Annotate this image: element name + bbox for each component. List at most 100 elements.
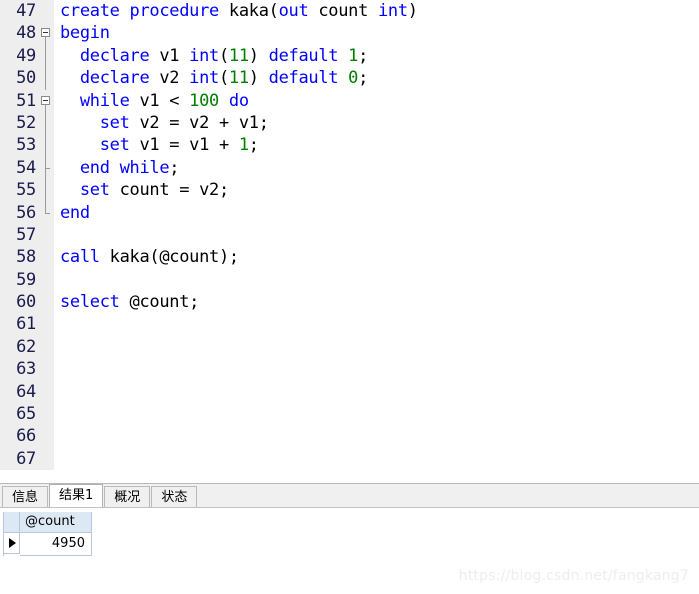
line-number: 63 — [0, 358, 38, 381]
code-line[interactable]: 61 — [0, 313, 699, 336]
code-line-text[interactable]: declare v2 int(11) default 0; — [60, 67, 699, 90]
code-line-text[interactable] — [60, 380, 699, 404]
table-row[interactable]: 4950 — [4, 533, 92, 556]
line-number: 55 — [0, 179, 38, 202]
code-line-text[interactable] — [60, 447, 699, 471]
line-number: 53 — [0, 134, 38, 157]
code-line[interactable]: 60 select @count; — [0, 291, 699, 314]
code-line[interactable]: 50 declare v2 int(11) default 0; — [0, 67, 699, 90]
fold-gutter-cell — [38, 223, 54, 247]
code-token: @count; — [119, 292, 200, 313]
line-number: 62 — [0, 335, 38, 359]
code-token: 100 — [189, 90, 219, 111]
code-token: out — [278, 1, 309, 21]
code-token: ; — [169, 157, 180, 178]
fold-toggle-icon[interactable] — [38, 22, 54, 45]
code-line[interactable]: 67 — [0, 447, 699, 471]
code-line-text[interactable]: select @count; — [60, 291, 699, 314]
code-line-text[interactable]: while v1 < 100 do — [60, 89, 699, 112]
code-token: v1 — [149, 45, 190, 66]
code-line[interactable]: 58 call kaka(@count); — [0, 246, 699, 269]
fold-gutter-cell — [38, 291, 54, 314]
code-token: while — [79, 90, 130, 111]
code-token: end — [60, 202, 90, 223]
code-line-text[interactable] — [60, 425, 699, 448]
code-line[interactable]: 65 — [0, 403, 699, 426]
code-line-text[interactable]: create procedure kaka(out count int) — [60, 0, 699, 23]
code-line[interactable]: 56 end — [0, 201, 699, 224]
code-token: int — [377, 1, 408, 21]
results-pane[interactable]: @count 4950 — [0, 507, 699, 594]
code-line-text[interactable]: declare v1 int(11) default 1; — [60, 44, 699, 68]
code-token: ( — [218, 68, 229, 89]
tab-2[interactable]: 结果1 — [49, 484, 104, 507]
code-line[interactable]: 49 declare v1 int(11) default 1; — [0, 44, 699, 68]
code-line[interactable]: 62 — [0, 335, 699, 359]
code-line[interactable]: 64 — [0, 380, 699, 404]
row-selector[interactable] — [4, 533, 20, 554]
code-line[interactable]: 66 — [0, 425, 699, 448]
code-line[interactable]: 53 set v1 = v1 + 1; — [0, 134, 699, 157]
code-line[interactable]: 51 while v1 < 100 do — [0, 89, 699, 112]
tab-3[interactable]: 概况 — [104, 486, 151, 507]
code-line-text[interactable] — [60, 358, 699, 381]
line-number: 58 — [0, 246, 38, 269]
table-cell[interactable]: 4950 — [20, 533, 92, 556]
code-line[interactable]: 48 begin — [0, 22, 699, 45]
code-line[interactable]: 63 — [0, 358, 699, 381]
code-token: count — [308, 1, 378, 21]
sql-editor[interactable]: 47 create procedure kaka(out count int) 48… — [0, 0, 699, 483]
results-grid[interactable]: @count 4950 — [3, 512, 92, 556]
fold-gutter-cell — [38, 425, 54, 448]
line-number: 64 — [0, 380, 38, 404]
code-line[interactable]: 55 set count = v2; — [0, 179, 699, 202]
code-line-text[interactable]: set v2 = v2 + v1; — [60, 111, 699, 135]
code-line-text[interactable]: end while; — [60, 156, 699, 180]
code-line-text[interactable]: set v1 = v1 + 1; — [60, 134, 699, 157]
code-line-text[interactable] — [60, 223, 699, 247]
code-line-text[interactable]: end — [60, 201, 699, 224]
code-line-text[interactable]: set count = v2; — [60, 179, 699, 202]
fold-toggle-icon[interactable] — [38, 89, 54, 112]
fold-gutter-cell — [38, 156, 54, 180]
fold-gutter-cell — [38, 201, 54, 224]
code-line[interactable]: 57 — [0, 223, 699, 247]
tab-4[interactable]: 状态 — [151, 486, 198, 507]
code-token: begin — [60, 23, 110, 44]
code-token: 11 — [228, 68, 249, 89]
fold-gutter-cell — [38, 380, 54, 404]
line-number: 51 — [0, 89, 38, 112]
code-line-text[interactable] — [60, 335, 699, 359]
fold-gutter-cell — [38, 111, 54, 135]
line-number: 59 — [0, 268, 38, 292]
code-line-text[interactable] — [60, 313, 699, 336]
grid-header-row: @count — [4, 512, 92, 533]
column-header[interactable]: @count — [20, 512, 92, 533]
code-line[interactable]: 59 — [0, 268, 699, 292]
fold-gutter-cell — [38, 313, 54, 336]
code-token: int — [189, 68, 219, 89]
line-number: 67 — [0, 447, 38, 471]
code-line[interactable]: 54 end while; — [0, 156, 699, 180]
tab-1[interactable]: 信息 — [2, 486, 49, 507]
code-token: default — [268, 45, 339, 66]
code-line-text[interactable]: call kaka(@count); — [60, 246, 699, 269]
code-line[interactable]: 47 create procedure kaka(out count int) — [0, 0, 699, 23]
code-token: ) — [407, 1, 418, 21]
code-token: ; — [248, 135, 259, 156]
line-number: 66 — [0, 425, 38, 448]
code-token: 0 — [348, 68, 359, 89]
code-token: count = v2; — [109, 180, 230, 201]
code-line-text[interactable]: begin — [60, 22, 699, 45]
code-token: v2 — [149, 68, 190, 89]
code-line[interactable]: 52 set v2 = v2 + v1; — [0, 111, 699, 135]
code-line-text[interactable] — [60, 268, 699, 292]
code-line-text[interactable] — [60, 403, 699, 426]
grid-corner-cell — [4, 512, 20, 533]
code-token: int — [189, 45, 219, 66]
